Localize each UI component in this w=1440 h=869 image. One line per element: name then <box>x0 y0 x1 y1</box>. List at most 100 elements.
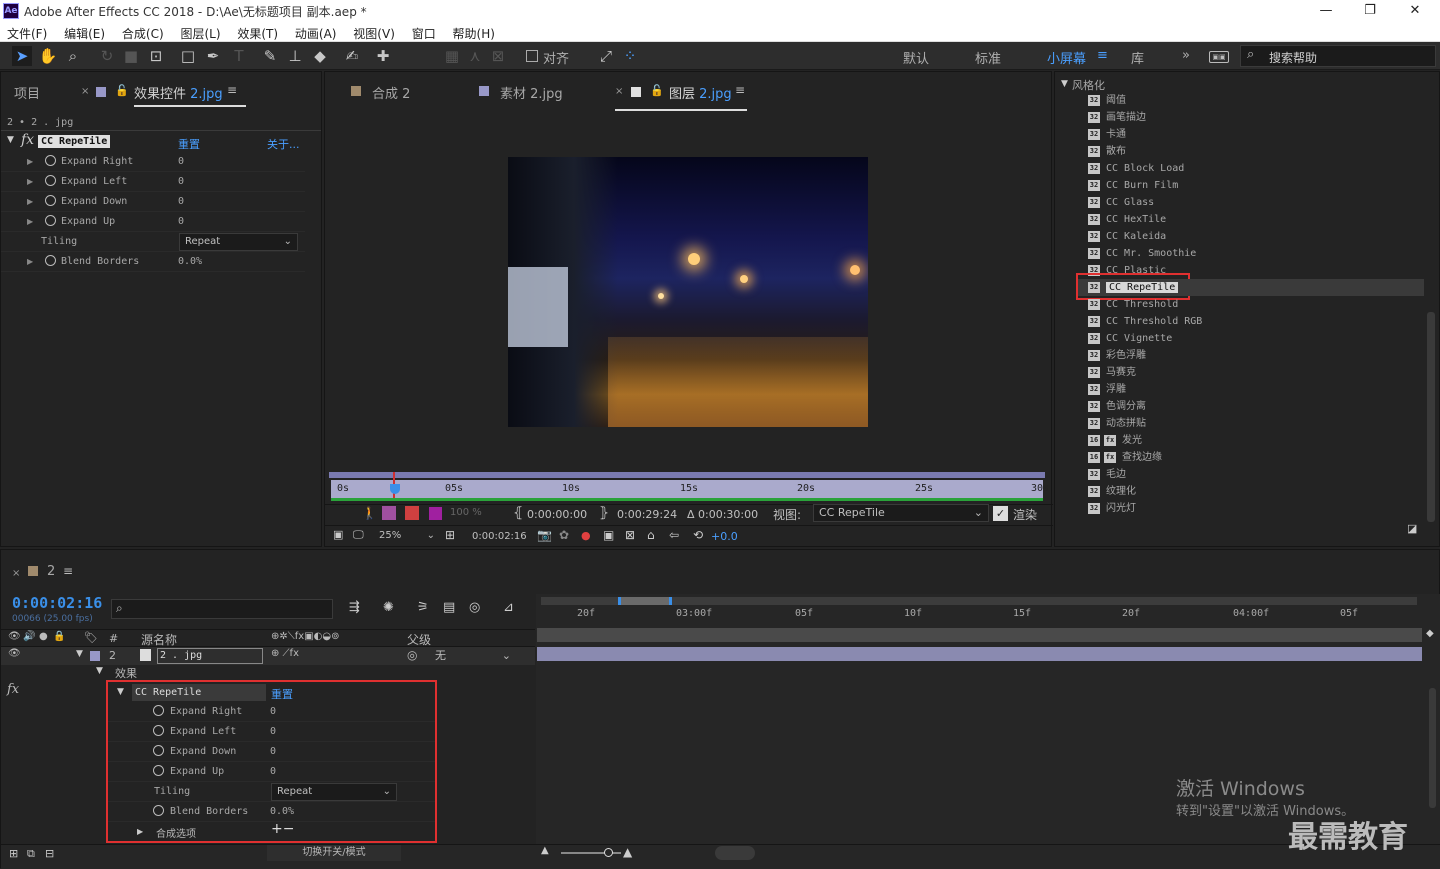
layer-row[interactable]: 👁 ▼ 2 2 . jpg ⊕ ⟋fx ◎ 无 ⌄ <box>1 647 535 665</box>
sync-settings-icon[interactable]: ▣▣ <box>1209 51 1229 63</box>
effects-expand-triangle[interactable]: ▼ <box>96 666 103 676</box>
timeline-navigator[interactable] <box>541 597 1417 605</box>
monitor-icon[interactable]: 🖵 <box>353 528 364 542</box>
param-value[interactable]: 0.0% <box>178 256 202 267</box>
layer-preview-image[interactable] <box>508 157 868 427</box>
effect-item[interactable]: 32 CC Threshold RGB <box>1088 313 1202 330</box>
effect-item[interactable]: 32 色调分离 <box>1088 398 1146 415</box>
menu-file[interactable]: 文件(F) <box>0 22 53 42</box>
in-out-toggle-icon[interactable]: ⊟ <box>45 847 54 860</box>
draft-3d-icon[interactable]: ✺ <box>383 600 394 615</box>
menu-effect[interactable]: 效果(T) <box>230 22 284 42</box>
playhead-handle[interactable] <box>390 484 400 494</box>
expand-triangle-icon[interactable]: ▶ <box>27 177 33 186</box>
compositing-plus-minus[interactable]: +− <box>271 821 294 837</box>
panel-menu-icon[interactable]: ≡ <box>735 83 745 97</box>
stopwatch-icon[interactable] <box>45 255 56 266</box>
safe-margins-icon[interactable]: ⊞ <box>445 528 455 542</box>
view-axis-icon[interactable]: ⊠ <box>488 46 508 66</box>
category-expand-triangle[interactable]: ▼ <box>1061 79 1068 89</box>
lock-icon[interactable]: 🔓 <box>650 84 664 97</box>
panel-menu-icon[interactable]: ≡ <box>63 564 73 578</box>
workspace-standard[interactable]: 标准 <box>975 48 1001 67</box>
effect-name-label[interactable]: CC RepeTile <box>132 684 266 701</box>
effect-item[interactable]: 32 CC Glass <box>1088 194 1154 211</box>
snapshot-icon[interactable]: 📷 <box>537 528 552 542</box>
rectangle-tool-icon[interactable]: □ <box>178 46 198 66</box>
close-tab-icon[interactable]: × <box>81 86 89 97</box>
effect-reset-link[interactable]: 重置 <box>271 686 293 702</box>
expand-triangle-icon[interactable]: ▶ <box>27 197 33 206</box>
effect-reset-link[interactable]: 重置 <box>178 136 200 152</box>
in-point-time[interactable]: 0:00:00:00 <box>527 508 587 521</box>
render-checkbox[interactable]: ✓ <box>993 506 1008 521</box>
column-parent[interactable]: 父级 <box>407 631 431 648</box>
stopwatch-icon[interactable] <box>153 705 164 716</box>
pen-tool-icon[interactable]: ✒ <box>203 46 223 66</box>
help-search-input[interactable]: 搜索帮助 <box>1269 49 1317 66</box>
effect-item[interactable]: 32 纹理化 <box>1088 483 1136 500</box>
local-axis-icon[interactable]: ▦ <box>442 46 462 66</box>
layer-label-color[interactable] <box>90 651 100 661</box>
channel-icon[interactable]: ● <box>581 529 591 542</box>
work-area-bar[interactable] <box>537 628 1422 642</box>
tiling-dropdown[interactable]: Repeat ⌄ <box>271 783 397 801</box>
snap-feature-icon[interactable]: ⁘ <box>620 46 640 66</box>
effects-scrollbar[interactable] <box>1427 312 1435 522</box>
lock-icon[interactable]: 🔓 <box>115 84 129 97</box>
zoom-dropdown[interactable]: 25% ⌄ <box>373 527 439 545</box>
transparency-grid-icon[interactable]: ⊠ <box>625 528 635 542</box>
camera-tool-icon[interactable]: ■ <box>121 46 141 66</box>
type-tool-icon[interactable]: T <box>229 46 249 66</box>
work-area-bar[interactable] <box>329 472 1045 478</box>
pan-behind-tool-icon[interactable]: ⊡ <box>146 46 166 66</box>
walk-icon[interactable]: 🚶 <box>362 506 377 520</box>
effect-item[interactable]: 32 CC RepeTile <box>1078 279 1424 296</box>
layer-switches[interactable]: ⊕ ⟋fx <box>271 648 299 659</box>
menu-help[interactable]: 帮助(H) <box>446 22 501 42</box>
workspace-small-screen[interactable]: 小屏幕 <box>1047 48 1086 67</box>
effect-item[interactable]: 32 CC Threshold <box>1088 296 1178 313</box>
menu-composition[interactable]: 合成(C) <box>115 22 170 42</box>
more-workspaces-icon[interactable]: » <box>1182 48 1190 63</box>
tab-project[interactable]: 项目 <box>14 83 40 102</box>
effect-name-label[interactable]: CC RepeTile <box>38 135 111 148</box>
workspace-default[interactable]: 默认 <box>903 48 929 67</box>
tiling-dropdown[interactable]: Repeat ⌄ <box>179 233 298 251</box>
effect-item[interactable]: 32 动态拼贴 <box>1088 415 1146 432</box>
effect-item[interactable]: 16 fx 查找边缘 <box>1088 449 1162 466</box>
exposure-value[interactable]: +0.0 <box>711 530 738 543</box>
effect-item[interactable]: 32 彩色浮雕 <box>1088 347 1146 364</box>
label-icon[interactable]: 🏷 <box>84 631 98 644</box>
lock-icon[interactable]: 🔒 <box>53 631 65 642</box>
column-source-name[interactable]: 源名称 <box>141 631 177 648</box>
video-eye-icon[interactable]: 👁 <box>8 631 21 642</box>
effect-expand-triangle[interactable]: ▼ <box>117 687 124 697</box>
category-stylize[interactable]: 风格化 <box>1072 77 1105 93</box>
stopwatch-icon[interactable] <box>45 195 56 206</box>
stopwatch-icon[interactable] <box>153 745 164 756</box>
tab-composition[interactable]: 合成 2 <box>372 83 410 102</box>
effect-item[interactable]: 32 卡通 <box>1088 126 1126 143</box>
show-snapshot-icon[interactable]: ✿ <box>559 528 569 542</box>
menu-animation[interactable]: 动画(A) <box>288 22 343 42</box>
effect-expand-triangle[interactable]: ▼ <box>7 135 14 145</box>
tab-footage[interactable]: 素材 2.jpg <box>500 83 563 102</box>
param-value[interactable]: 0 <box>178 156 184 167</box>
solo-icon[interactable]: ● <box>39 631 48 642</box>
video-eye-icon[interactable]: 👁 <box>8 648 21 659</box>
effect-item[interactable]: 32 闪光灯 <box>1088 500 1136 517</box>
layer-switches-toggle-icon[interactable]: ⊞ <box>9 847 18 860</box>
puppet-pin-tool-icon[interactable]: ✚ <box>373 46 393 66</box>
timeline-timecode[interactable]: 0:00:02:16 <box>12 594 102 612</box>
param-value[interactable]: 0 <box>270 706 276 717</box>
effect-item[interactable]: 32 阈值 <box>1088 92 1126 109</box>
effect-item[interactable]: 32 画笔描边 <box>1088 109 1146 126</box>
rotate-tool-icon[interactable]: ↻ <box>97 46 117 66</box>
effect-item[interactable]: 32 浮雕 <box>1088 381 1126 398</box>
close-tab-icon[interactable]: × <box>615 86 623 97</box>
motion-blur-icon[interactable]: ◎ <box>469 600 480 615</box>
work-area-end-icon[interactable]: ◆ <box>1426 628 1438 642</box>
selection-tool-icon[interactable]: ➤ <box>12 46 32 66</box>
toggle-switches-modes[interactable]: 切换开关/模式 <box>267 845 401 861</box>
